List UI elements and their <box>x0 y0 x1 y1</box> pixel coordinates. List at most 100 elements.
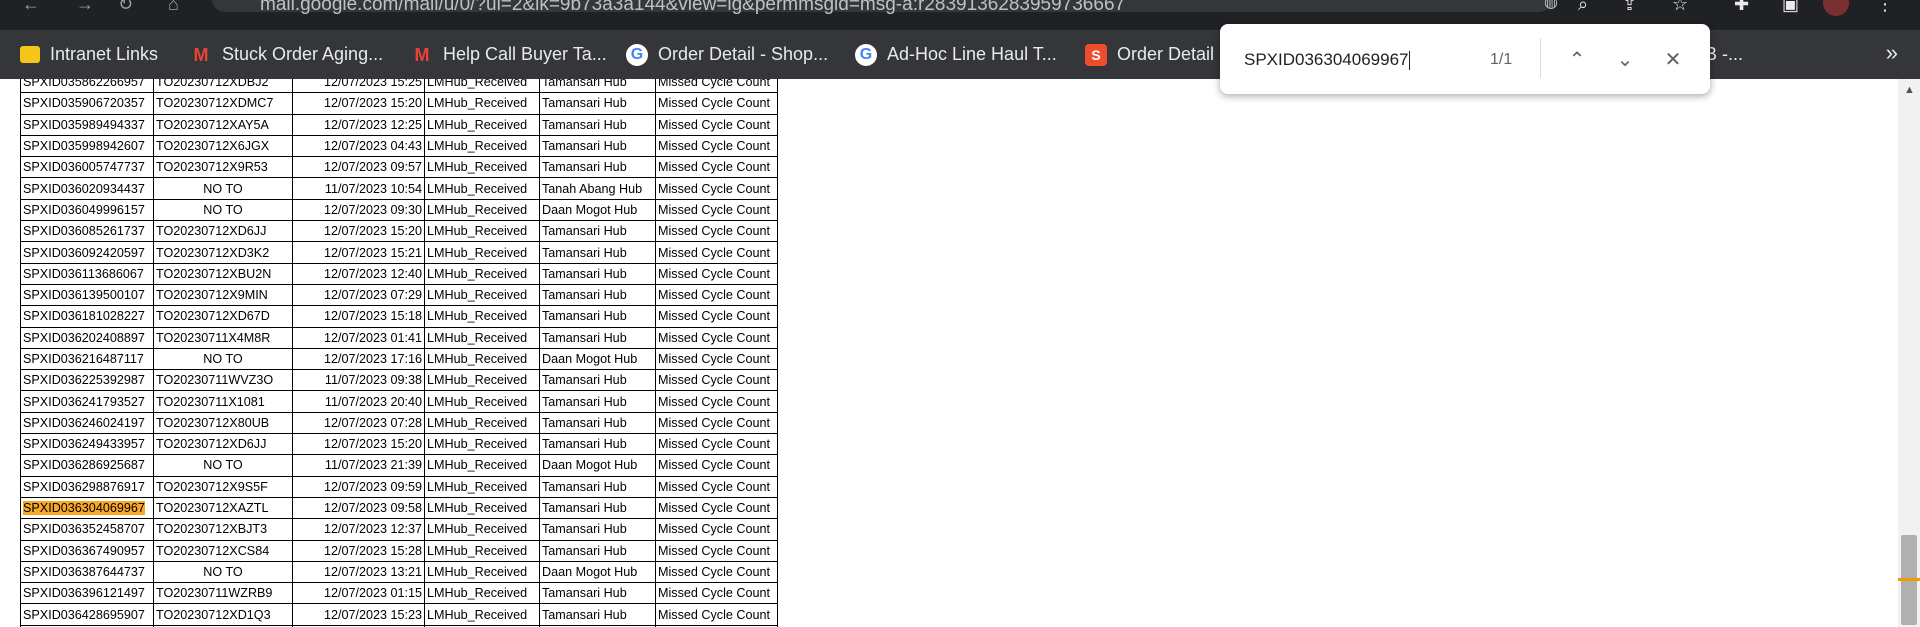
url-text: mail.google.com/mail/u/0/?ui=2&ik=9b73a3… <box>260 0 1126 15</box>
search-icon[interactable]: ⌕ <box>1578 0 1588 15</box>
to-number-cell: TO20230712XDMC7 <box>153 92 293 115</box>
address-bar[interactable]: mail.google.com/mail/u/0/?ui=2&ik=9b73a3… <box>212 0 1558 15</box>
spx-id-cell: SPXID036396121497 <box>20 582 154 605</box>
timestamp-cell: 12/07/2023 04:43 <box>292 134 425 158</box>
bookmark-order-detail[interactable]: S Order Detail <box>1085 30 1214 79</box>
bookmark-label: Ad-Hoc Line Haul T... <box>887 44 1057 64</box>
remark-cell: Missed Cycle Count <box>655 433 778 456</box>
remark-cell: Missed Cycle Count <box>655 560 778 584</box>
remark-cell: Missed Cycle Count <box>655 582 778 605</box>
incognito-icon[interactable]: ◍ <box>1544 0 1558 12</box>
table-row: SPXID036428695907 TO20230712XD1Q3 12/07/20… <box>20 603 778 626</box>
timestamp-cell: 12/07/2023 15:20 <box>292 433 425 456</box>
table-row: SPXID036304069967 TO20230712XAZTL 12/07/20… <box>20 496 778 520</box>
table-row: SPXID036352458707 TO20230712XBJT3 12/07/20… <box>20 518 778 541</box>
table-row: SPXID036216487117 NO TO 12/07/2023 17:16 LM… <box>20 347 778 371</box>
home-icon[interactable]: ⌂ <box>168 0 179 15</box>
spx-id-cell: SPXID036005747737 <box>20 156 154 179</box>
menu-icon[interactable]: ⋮ <box>1876 0 1894 15</box>
table-row: SPXID036396121497 TO20230711WZRB9 12/07/20… <box>20 582 778 605</box>
chevron-up-icon[interactable]: ⌃ <box>1562 44 1592 74</box>
remark-cell: Missed Cycle Count <box>655 283 778 307</box>
timestamp-cell: 12/07/2023 15:23 <box>292 603 425 626</box>
sidepanel-icon[interactable]: ▣ <box>1782 0 1799 15</box>
table-row: SPXID036020934437 NO TO 11/07/2023 10:54 LM… <box>20 177 778 200</box>
table-row: SPXID035862266957 TO20230712XDBJ2 12/07/20… <box>20 79 778 94</box>
forward-icon[interactable]: → <box>76 0 94 15</box>
share-icon[interactable]: ⇪ <box>1622 0 1637 15</box>
chevron-down-icon[interactable]: ⌄ <box>1610 44 1640 74</box>
status-cell: LMHub_Received <box>424 326 540 349</box>
spx-id-cell: SPXID036139500107 <box>20 283 154 307</box>
table-row: SPXID036387644737 NO TO 12/07/2023 13:21 LM… <box>20 560 778 584</box>
find-count: 1/1 <box>1490 51 1513 68</box>
google-icon: G <box>626 43 648 66</box>
to-number-cell: NO TO <box>153 198 293 222</box>
close-icon[interactable]: ✕ <box>1658 44 1688 74</box>
back-icon[interactable]: ← <box>22 0 40 15</box>
hub-cell: Tamansari Hub <box>539 92 656 115</box>
spx-id-cell: SPXID036113686067 <box>20 262 154 285</box>
to-number-cell: TO20230711WVZ3O <box>153 369 293 392</box>
hub-cell: Tamansari Hub <box>539 134 656 158</box>
status-cell: LMHub_Received <box>424 347 540 371</box>
status-cell: LMHub_Received <box>424 411 540 435</box>
remark-cell: Missed Cycle Count <box>655 347 778 371</box>
to-number-cell: TO20230712XBJT3 <box>153 518 293 541</box>
bookmark-help-call[interactable]: M Help Call Buyer Ta... <box>411 30 607 79</box>
to-number-cell: TO20230711X1081 <box>153 390 293 413</box>
avatar[interactable] <box>1823 0 1849 16</box>
timestamp-cell: 12/07/2023 12:40 <box>292 262 425 285</box>
find-input[interactable]: SPXID036304069967 <box>1244 50 1411 71</box>
status-cell: LMHub_Received <box>424 454 540 477</box>
to-number-cell: TO20230712XDBJ2 <box>153 79 293 94</box>
table-row: SPXID036202408897 TO20230711X4M8R 12/07/20… <box>20 326 778 349</box>
timestamp-cell: 12/07/2023 01:41 <box>292 326 425 349</box>
extensions-icon[interactable]: ✚ <box>1734 0 1749 15</box>
to-number-cell: TO20230712XCS84 <box>153 539 293 562</box>
to-number-cell: TO20230711WZRB9 <box>153 582 293 605</box>
bookmark-order-detail-shop[interactable]: G Order Detail - Shop... <box>626 30 828 79</box>
spx-id-cell: SPXID036241793527 <box>20 390 154 413</box>
remark-cell: Missed Cycle Count <box>655 79 778 94</box>
bookmark-stuck-order[interactable]: M Stuck Order Aging... <box>190 30 384 79</box>
spx-id-cell: SPXID036225392987 <box>20 369 154 392</box>
status-cell: LMHub_Received <box>424 390 540 413</box>
sheet-content: SPXID035862266957 TO20230712XDBJ2 12/07/20… <box>0 79 1920 627</box>
bookmark-intranet-links[interactable]: Intranet Links <box>20 30 158 79</box>
reload-icon[interactable]: ↻ <box>118 0 133 15</box>
bookmark-adhoc-linehaul[interactable]: G Ad-Hoc Line Haul T... <box>855 30 1057 79</box>
remark-cell: Missed Cycle Count <box>655 539 778 562</box>
remark-cell: Missed Cycle Count <box>655 113 778 136</box>
hub-cell: Tamansari Hub <box>539 262 656 285</box>
find-query: SPXID036304069967 <box>1244 50 1409 69</box>
to-number-cell: TO20230712X6JGX <box>153 134 293 158</box>
bookmarks-overflow-icon[interactable]: » <box>1886 40 1898 66</box>
remark-cell: Missed Cycle Count <box>655 198 778 222</box>
table-row: SPXID036367490957 TO20230712XCS84 12/07/20… <box>20 539 778 562</box>
table-row: SPXID035998942607 TO20230712X6JGX 12/07/20… <box>20 134 778 158</box>
scroll-up-icon[interactable]: ▲ <box>1904 84 1915 96</box>
hub-cell: Tamansari Hub <box>539 518 656 541</box>
hub-cell: Tamansari Hub <box>539 79 656 94</box>
timestamp-cell: 12/07/2023 07:28 <box>292 411 425 435</box>
to-number-cell: NO TO <box>153 560 293 584</box>
timestamp-cell: 12/07/2023 12:25 <box>292 113 425 136</box>
bookmark-truncated[interactable]: B -... <box>1705 30 1743 79</box>
bookmark-label: Stuck Order Aging... <box>222 44 384 64</box>
to-number-cell: TO20230712XBU2N <box>153 262 293 285</box>
table-row: SPXID035906720357 TO20230712XDMC7 12/07/20… <box>20 92 778 115</box>
vertical-scrollbar[interactable]: ▲ <box>1898 79 1920 627</box>
to-number-cell: NO TO <box>153 177 293 200</box>
table-row: SPXID036092420597 TO20230712XD3K2 12/07/20… <box>20 241 778 264</box>
table-row: SPXID036139500107 TO20230712X9MIN 12/07/20… <box>20 283 778 307</box>
spx-id-cell: SPXID036367490957 <box>20 539 154 562</box>
bookmark-star-icon[interactable]: ☆ <box>1672 0 1688 15</box>
timestamp-cell: 11/07/2023 20:40 <box>292 390 425 413</box>
timestamp-cell: 12/07/2023 15:18 <box>292 305 425 328</box>
hub-cell: Tamansari Hub <box>539 156 656 179</box>
spx-id-cell: SPXID036181028227 <box>20 305 154 328</box>
table-row: SPXID036249433957 TO20230712XD6JJ 12/07/20… <box>20 433 778 456</box>
timestamp-cell: 12/07/2023 15:20 <box>292 92 425 115</box>
to-number-cell: TO20230712XAZTL <box>153 496 293 520</box>
